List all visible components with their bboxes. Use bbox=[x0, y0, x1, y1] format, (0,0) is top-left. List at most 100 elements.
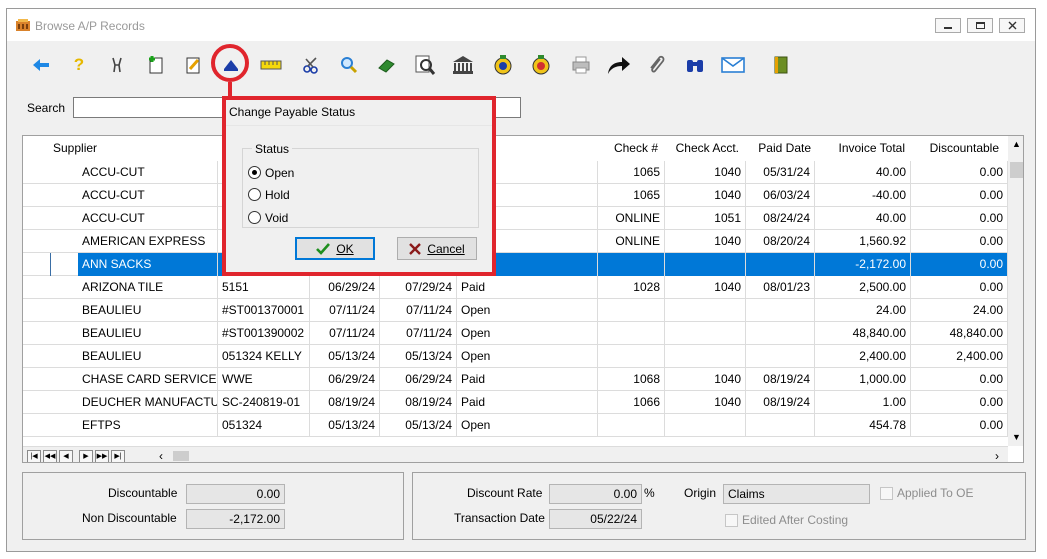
cell-invoice[interactable]: #ST001370001 bbox=[218, 299, 310, 322]
edit-note-button[interactable] bbox=[179, 51, 207, 79]
edited-after-costing-checkbox[interactable] bbox=[725, 514, 738, 527]
cell-paid-date[interactable]: 06/03/24 bbox=[746, 184, 815, 207]
cell-invoice-total[interactable]: 48,840.00 bbox=[815, 322, 911, 345]
cell-invoice-total[interactable]: 40.00 bbox=[815, 207, 911, 230]
cell-invoice-date[interactable]: 07/11/24 bbox=[310, 299, 380, 322]
cell-check-acct[interactable]: 1040 bbox=[665, 391, 746, 414]
search-button[interactable] bbox=[335, 51, 363, 79]
scroll-up-icon[interactable]: ▲ bbox=[1012, 139, 1021, 149]
cell-discountable[interactable]: 0.00 bbox=[911, 414, 1008, 437]
cell-invoice-date[interactable]: 06/29/24 bbox=[310, 276, 380, 299]
cell-status[interactable]: Paid bbox=[457, 391, 598, 414]
cell-invoice-total[interactable]: 454.78 bbox=[815, 414, 911, 437]
cell-supplier[interactable]: ACCU-CUT bbox=[78, 161, 218, 184]
cell-supplier[interactable]: ACCU-CUT bbox=[78, 184, 218, 207]
col-paid-date[interactable]: Paid Date bbox=[745, 136, 811, 161]
cell-discountable[interactable]: 0.00 bbox=[911, 184, 1008, 207]
cell-paid-date[interactable]: 08/01/23 bbox=[746, 276, 815, 299]
cell-check-no[interactable]: 1065 bbox=[598, 184, 665, 207]
cell-check-acct[interactable]: 1040 bbox=[665, 184, 746, 207]
cell-due-date[interactable]: 06/29/24 bbox=[380, 368, 457, 391]
cell-check-no[interactable]: ONLINE bbox=[598, 207, 665, 230]
back-button[interactable] bbox=[27, 51, 55, 79]
scroll-down-icon[interactable]: ▼ bbox=[1012, 432, 1021, 442]
cell-invoice-date[interactable]: 06/29/24 bbox=[310, 368, 380, 391]
table-row[interactable]: ANN SACKS -2,172.00 0.00 bbox=[23, 253, 1008, 276]
cell-check-acct[interactable] bbox=[665, 345, 746, 368]
cell-due-date[interactable]: 05/13/24 bbox=[380, 414, 457, 437]
cell-invoice-total[interactable]: 2,400.00 bbox=[815, 345, 911, 368]
scroll-right-icon[interactable]: › bbox=[995, 449, 999, 462]
col-invoice-total[interactable]: Invoice Total bbox=[813, 136, 906, 161]
cell-due-date[interactable]: 08/19/24 bbox=[380, 391, 457, 414]
cell-paid-date[interactable] bbox=[746, 299, 815, 322]
cell-invoice[interactable]: #ST001390002 bbox=[218, 322, 310, 345]
maximize-button[interactable] bbox=[967, 18, 993, 33]
zoom-document-button[interactable] bbox=[411, 51, 439, 79]
cell-discountable[interactable]: 0.00 bbox=[911, 368, 1008, 391]
cell-check-acct[interactable]: 1040 bbox=[665, 368, 746, 391]
first-record-icon[interactable]: |◀ bbox=[27, 450, 41, 462]
scroll-left-icon[interactable]: ‹ bbox=[159, 449, 163, 462]
prev-page-icon[interactable]: ◀◀ bbox=[43, 450, 57, 462]
vertical-scroll-thumb[interactable] bbox=[1010, 162, 1023, 178]
cell-due-date[interactable]: 05/13/24 bbox=[380, 345, 457, 368]
cell-discountable[interactable]: 0.00 bbox=[911, 391, 1008, 414]
cell-invoice-date[interactable]: 08/19/24 bbox=[310, 391, 380, 414]
tools-button[interactable] bbox=[103, 51, 131, 79]
cell-supplier[interactable]: DEUCHER MANUFACTURING bbox=[78, 391, 218, 414]
cell-due-date[interactable]: 07/29/24 bbox=[380, 276, 457, 299]
next-record-icon[interactable]: ▶ bbox=[79, 450, 93, 462]
col-check-acct[interactable]: Check Acct. bbox=[663, 136, 739, 161]
table-row[interactable]: ACCU-CUTS1065104006/03/24-40.000.00 bbox=[23, 184, 1008, 207]
bank-button[interactable] bbox=[449, 51, 477, 79]
cell-check-no[interactable] bbox=[598, 253, 665, 276]
cell-invoice-total[interactable]: 40.00 bbox=[815, 161, 911, 184]
cell-paid-date[interactable] bbox=[746, 345, 815, 368]
search-input-tail[interactable] bbox=[495, 97, 521, 118]
cell-paid-date[interactable] bbox=[746, 322, 815, 345]
cell-check-no[interactable] bbox=[598, 322, 665, 345]
cell-check-acct[interactable]: 1040 bbox=[665, 230, 746, 253]
globe-warning-button[interactable] bbox=[527, 51, 555, 79]
cell-invoice[interactable]: 5151 bbox=[218, 276, 310, 299]
cell-discountable[interactable]: 48,840.00 bbox=[911, 322, 1008, 345]
cell-discountable[interactable]: 0.00 bbox=[911, 253, 1008, 276]
col-check-no[interactable]: Check # bbox=[598, 136, 658, 161]
cell-supplier[interactable]: BEAULIEU bbox=[78, 322, 218, 345]
print-button[interactable] bbox=[567, 51, 595, 79]
table-row[interactable]: EFTPS 051324 05/13/24 05/13/24 Open 454.78 0.0… bbox=[23, 414, 1008, 437]
cell-status[interactable]: Open bbox=[457, 299, 598, 322]
cell-invoice[interactable]: 051324 bbox=[218, 414, 310, 437]
cell-invoice[interactable]: 051324 KELLY bbox=[218, 345, 310, 368]
table-row[interactable]: BEAULIEU #ST001370001 07/11/24 07/11/24 Open… bbox=[23, 299, 1008, 322]
cell-paid-date[interactable]: 08/19/24 bbox=[746, 391, 815, 414]
cell-discountable[interactable]: 0.00 bbox=[911, 207, 1008, 230]
eraser-button[interactable] bbox=[373, 51, 401, 79]
cell-check-no[interactable]: 1065 bbox=[598, 161, 665, 184]
cell-discountable[interactable]: 2,400.00 bbox=[911, 345, 1008, 368]
cell-paid-date[interactable]: 05/31/24 bbox=[746, 161, 815, 184]
cell-invoice-total[interactable]: 1,560.92 bbox=[815, 230, 911, 253]
cell-invoice-date[interactable]: 05/13/24 bbox=[310, 345, 380, 368]
email-button[interactable] bbox=[719, 51, 747, 79]
globe-badge-button[interactable] bbox=[489, 51, 517, 79]
help-button[interactable]: ? bbox=[65, 51, 93, 79]
cell-status[interactable]: Paid bbox=[457, 368, 598, 391]
cell-paid-date[interactable] bbox=[746, 414, 815, 437]
cell-discountable[interactable]: 0.00 bbox=[911, 276, 1008, 299]
cell-supplier[interactable]: CHASE CARD SERVICES bbox=[78, 368, 218, 391]
cell-status[interactable]: Open bbox=[457, 345, 598, 368]
vertical-scrollbar[interactable]: ▲ ▼ bbox=[1008, 136, 1023, 446]
cell-check-no[interactable]: 1068 bbox=[598, 368, 665, 391]
cell-paid-date[interactable]: 08/20/24 bbox=[746, 230, 815, 253]
minimize-button[interactable] bbox=[935, 18, 961, 33]
cell-invoice[interactable]: WWE bbox=[218, 368, 310, 391]
cell-status[interactable]: Open bbox=[457, 414, 598, 437]
cell-check-no[interactable] bbox=[598, 299, 665, 322]
last-record-icon[interactable]: ▶| bbox=[111, 450, 125, 462]
table-row[interactable]: ACCU-CUTSONLINE105108/24/2440.000.00 bbox=[23, 207, 1008, 230]
cell-supplier[interactable]: ARIZONA TILE bbox=[78, 276, 218, 299]
find-button[interactable] bbox=[681, 51, 709, 79]
cell-status[interactable]: Paid bbox=[457, 276, 598, 299]
